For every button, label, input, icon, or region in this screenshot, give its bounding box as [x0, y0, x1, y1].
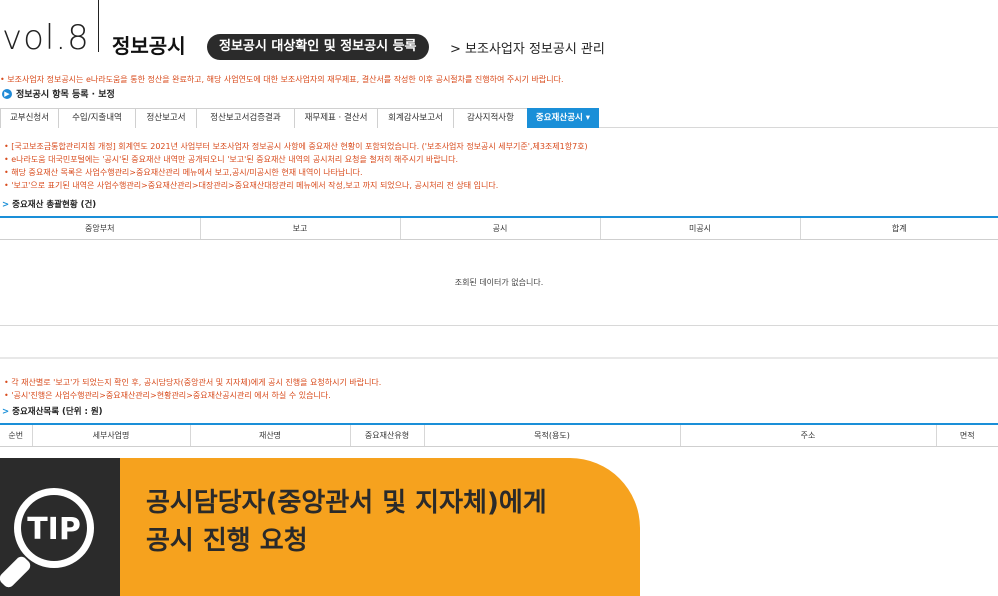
column-header: 주소: [680, 423, 937, 447]
divider: [0, 357, 998, 359]
table-header-row: 중앙부처 보고 공시 미공시 합계: [0, 216, 998, 240]
chevron-right-icon: >: [2, 407, 10, 417]
summary-table: 중앙부처 보고 공시 미공시 합계 조회된 데이터가 없습니다.: [0, 216, 998, 326]
column-header: 중앙부처: [0, 216, 201, 240]
tab-income-expense[interactable]: 수입/지출내역: [58, 108, 136, 128]
page-title: 정보공시: [112, 34, 186, 58]
notice-list: • 각 재산별로 '보고'가 되었는지 확인 후, 공시담당자(중앙관서 및 지…: [4, 376, 381, 402]
breadcrumb: > 보조사업자 정보공시 관리: [450, 42, 605, 57]
topic-pill: 정보공시 대상확인 및 정보공시 등록: [207, 34, 429, 60]
column-header: 면적: [936, 423, 998, 447]
tip-message: 공시담당자(중앙관서 및 지자체)에게 공시 진행 요청: [146, 484, 547, 560]
column-header: 미공시: [600, 216, 801, 240]
section-title: 중요재산목록 (단위 : 원): [12, 407, 103, 417]
notice-item: • '보고'으로 표기된 내역은 사업수행관리>중요재산관리>대장관리>중요재산…: [4, 181, 499, 190]
asset-list-table: 순번 세부사업명 재산명 중요재산유형 목적(용도) 주소 면적: [0, 423, 998, 447]
tab-important-asset-disclosure[interactable]: 중요재산공시 ▾: [527, 108, 599, 128]
arrow-circle-icon: ▶: [2, 88, 12, 99]
notice-item: • 각 재산별로 '보고'가 되었는지 확인 후, 공시담당자(중앙관서 및 지…: [4, 378, 382, 387]
notice-item: • '공시'진행은 사업수행관리>중요재산관리>현황관리>중요재산공시관리 에서…: [4, 391, 331, 400]
tab-grant-application[interactable]: 교부신청서: [0, 108, 59, 128]
column-header: 순번: [0, 423, 33, 447]
section-heading-summary: > 중요재산 총괄현황 (건): [2, 198, 96, 210]
volume-label: vol.8: [2, 18, 90, 58]
column-header: 재산명: [190, 423, 351, 447]
top-notice: • 보조사업자 정보공시는 e나라도움을 통한 정산을 완료하고, 해당 사업연…: [0, 75, 564, 84]
chevron-right-icon: >: [2, 200, 10, 210]
tab-audit-report[interactable]: 회계감사보고서: [377, 108, 454, 128]
tab-bar: 교부신청서 수입/지출내역 정산보고서 정산보고서검증결과 재무제표 · 결산서…: [0, 108, 998, 128]
tip-line: 공시 진행 요청: [146, 526, 308, 556]
notice-item: • 해당 중요재산 목록은 사업수행관리>중요재산관리 메뉴에서 보고,공시/미…: [4, 168, 363, 177]
section-title: 중요재산 총괄현황 (건): [12, 200, 97, 210]
notice-item: • [국고보조금통합관리지침 개정] 회계연도 2021년 사업부터 보조사업자…: [4, 142, 588, 151]
table-row: 조회된 데이터가 없습니다.: [0, 239, 998, 326]
page-header: vol.8 정보공시 정보공시 대상확인 및 정보공시 등록 > 보조사업자 정…: [0, 0, 998, 68]
section-heading-asset-list: > 중요재산목록 (단위 : 원): [2, 405, 103, 417]
column-header: 합계: [800, 216, 998, 240]
table-header-row: 순번 세부사업명 재산명 중요재산유형 목적(용도) 주소 면적: [0, 423, 998, 447]
magnifier-tip-icon: TIP: [0, 488, 94, 588]
section-heading-register: ▶ 정보공시 항목 등록 · 보정: [2, 87, 115, 100]
tab-settlement-report[interactable]: 정산보고서: [135, 108, 197, 128]
tab-settlement-verification[interactable]: 정산보고서검증결과: [196, 108, 295, 128]
tip-badge-label: TIP: [27, 512, 81, 547]
notice-list: • [국고보조금통합관리지침 개정] 회계연도 2021년 사업부터 보조사업자…: [4, 140, 588, 192]
tab-audit-findings[interactable]: 감사지적사항: [453, 108, 528, 128]
empty-message: 조회된 데이터가 없습니다.: [0, 239, 998, 326]
column-header: 보고: [200, 216, 401, 240]
column-header: 중요재산유형: [350, 423, 425, 447]
tab-financial-statements[interactable]: 재무제표 · 결산서: [294, 108, 378, 128]
tip-line: 공시담당자(중앙관서 및 지자체)에게: [146, 488, 547, 518]
column-header: 목적(용도): [424, 423, 681, 447]
content-panel: • 보조사업자 정보공시는 e나라도움을 통한 정산을 완료하고, 해당 사업연…: [0, 68, 998, 458]
column-header: 공시: [400, 216, 601, 240]
section-title: 정보공시 항목 등록 · 보정: [16, 90, 115, 100]
header-divider: [98, 0, 99, 52]
notice-item: • e나라도움 대국민포털에는 '공시'된 중요재산 내역만 공개되오니 '보고…: [4, 155, 459, 164]
column-header: 세부사업명: [32, 423, 191, 447]
